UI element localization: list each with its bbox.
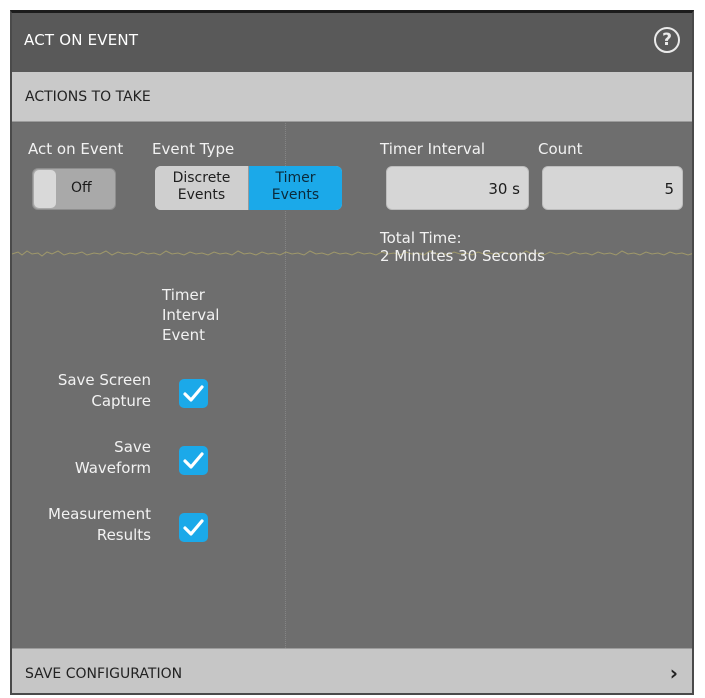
save-screen-capture-line2: Capture	[91, 392, 151, 410]
save-waveform-checkbox[interactable]	[179, 446, 208, 475]
discrete-events-line2: Events	[177, 187, 226, 203]
timer-events-line2: Events	[271, 187, 320, 203]
measurement-results-checkbox[interactable]	[179, 513, 208, 542]
save-waveform-label: Save Waveform	[12, 437, 151, 479]
discrete-events-option[interactable]: Discrete Events	[155, 166, 249, 210]
total-time-label: Total Time:	[380, 229, 462, 247]
timer-interval-field[interactable]: 30 s	[386, 166, 529, 210]
panel-titlebar: ACT ON EVENT ?	[12, 13, 692, 74]
event-type-selector: Discrete Events Timer Events	[155, 166, 342, 210]
checkmark-icon	[183, 452, 204, 469]
act-on-event-panel: ACT ON EVENT ? ACTIONS TO TAKE Act on Ev…	[10, 10, 694, 695]
total-time-value: 2 Minutes 30 Seconds	[380, 247, 545, 265]
column-header-line1: Timer	[162, 286, 205, 304]
timer-events-line1: Timer	[275, 170, 316, 186]
timer-interval-event-header: Timer Interval Event	[162, 285, 219, 345]
panel-title: ACT ON EVENT	[24, 31, 139, 49]
actions-content: Act on Event Off Event Type Discrete Eve…	[12, 123, 692, 648]
timer-events-option[interactable]: Timer Events	[249, 166, 342, 210]
save-configuration-label: SAVE CONFIGURATION	[25, 666, 183, 682]
save-waveform-line2: Waveform	[74, 459, 151, 477]
save-screen-capture-line1: Save Screen	[57, 371, 151, 389]
count-field[interactable]: 5	[542, 166, 683, 210]
toggle-knob[interactable]	[34, 170, 56, 208]
column-header-line3: Event	[162, 326, 205, 344]
chevron-right-icon[interactable]: ›	[670, 663, 678, 683]
act-on-event-label: Act on Event	[28, 140, 124, 158]
timer-interval-label: Timer Interval	[380, 140, 486, 158]
actions-to-take-label: ACTIONS TO TAKE	[25, 89, 151, 105]
waveform-trace	[12, 250, 692, 257]
measurement-results-label: Measurement Results	[12, 504, 151, 546]
column-header-line2: Interval	[162, 306, 220, 324]
save-waveform-line1: Save	[114, 438, 151, 456]
save-screen-capture-label: Save Screen Capture	[12, 370, 151, 412]
count-label: Count	[538, 140, 583, 158]
save-configuration-header[interactable]: SAVE CONFIGURATION ›	[12, 648, 692, 693]
discrete-events-line1: Discrete	[172, 170, 231, 186]
save-screen-capture-checkbox[interactable]	[179, 379, 208, 408]
toggle-state: Off	[71, 180, 92, 196]
measurement-results-line1: Measurement	[48, 505, 151, 523]
event-type-label: Event Type	[152, 140, 235, 158]
checkmark-icon	[183, 385, 204, 402]
measurement-results-line2: Results	[96, 526, 151, 544]
actions-to-take-header[interactable]: ACTIONS TO TAKE	[12, 72, 692, 122]
act-on-event-toggle[interactable]: Off	[32, 168, 116, 210]
help-icon[interactable]: ?	[654, 27, 680, 53]
checkmark-icon	[183, 519, 204, 536]
